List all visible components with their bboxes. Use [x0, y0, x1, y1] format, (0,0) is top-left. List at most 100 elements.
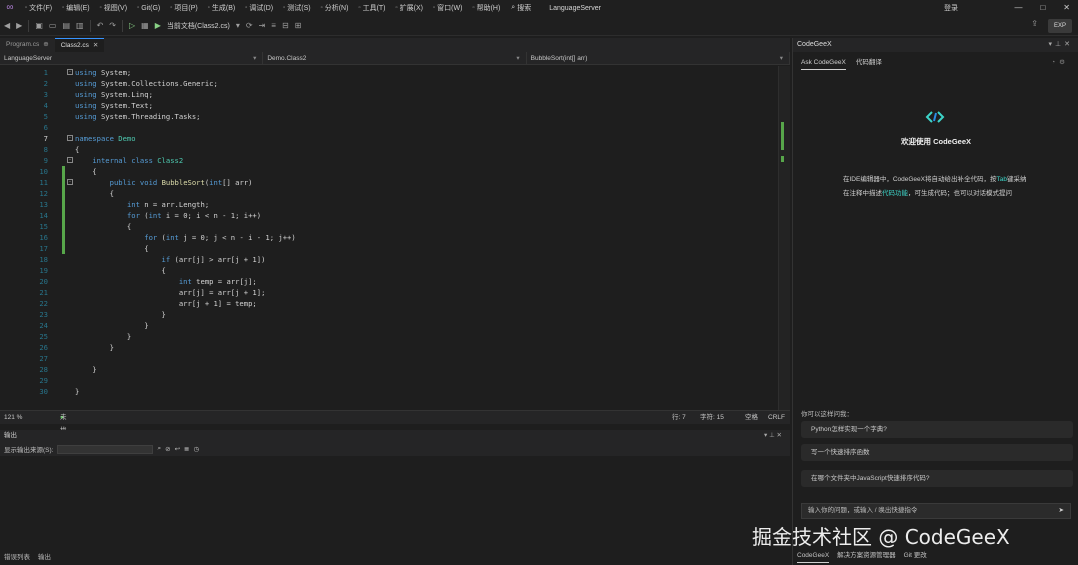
back-icon[interactable]: ◀ [4, 21, 10, 30]
menu-item[interactable]: ▫ 文件(F) [20, 3, 57, 13]
menu-item[interactable]: ▫ 工具(T) [353, 3, 390, 13]
suggestion-item[interactable]: Python怎样实现一个字典? [801, 421, 1073, 438]
vertical-scrollbar[interactable] [778, 66, 790, 410]
code-line[interactable]: arr[j + 1] = temp; [75, 298, 257, 309]
code-line[interactable]: { [75, 188, 114, 199]
code-editor[interactable]: 1 2 3 4 5 6 7 8 9 10 11 12 13 14 15 16 17 18 19 20 21 22 23 24 2… [0, 66, 778, 410]
step-icon[interactable]: ⇥ [259, 21, 266, 30]
new-item-icon[interactable]: ▣ [35, 21, 43, 30]
chat-input[interactable]: 输入你的问题，或输入 / 唤出快捷指令 ➤ [801, 503, 1071, 519]
menu-item[interactable]: ▫ 扩展(X) [391, 3, 428, 13]
project-dropdown[interactable]: LanguageServer ▾ [0, 52, 264, 64]
settings-icon[interactable]: ⚙ [1059, 59, 1069, 66]
open-icon[interactable]: ▭ [49, 21, 57, 30]
code-line[interactable]: for (int j = 0; j < n - i - 1; j++) [75, 232, 295, 243]
close-icon[interactable]: ✕ [93, 39, 98, 52]
code-line[interactable]: } [75, 386, 79, 397]
code-line[interactable]: } [75, 320, 148, 331]
code-line[interactable]: if (arr[j] > arr[j + 1]) [75, 254, 266, 265]
fold-toggle-icon[interactable]: - [67, 135, 73, 141]
tab-codegeex[interactable]: CodeGeeX [797, 549, 830, 563]
pin-icon[interactable]: ⊕ [43, 38, 48, 52]
close-button[interactable]: ✕ [1063, 0, 1070, 16]
panel-scrollbar[interactable] [1070, 72, 1076, 412]
extension-badge[interactable]: EXP [1048, 19, 1072, 33]
code-line[interactable]: namespace Demo [75, 133, 136, 144]
code-line[interactable]: using System; [75, 67, 131, 78]
code-line[interactable]: public void BubbleSort(int[] arr) [75, 177, 253, 188]
zoom-level[interactable]: 121 % [4, 411, 22, 424]
start-without-debug-icon[interactable]: ▷ [129, 21, 135, 30]
menu-item[interactable]: ▫ 调试(D) [240, 3, 278, 13]
indent-mode[interactable]: 空格 [745, 411, 758, 424]
hot-reload-icon[interactable]: ⟳ [246, 21, 253, 30]
menu-item[interactable]: ▫ 测试(S) [278, 3, 315, 13]
code-line[interactable]: { [75, 221, 131, 232]
code-line[interactable]: { [75, 144, 79, 155]
code-line[interactable]: { [75, 243, 148, 254]
run-target-label[interactable]: 当前文档(Class2.cs) [167, 21, 230, 31]
code-line[interactable]: } [75, 364, 96, 375]
format-icon[interactable]: ≡ [271, 21, 276, 30]
minimize-button[interactable]: — [1014, 0, 1022, 16]
code-line[interactable]: for (int i = 0; i < n - 1; i++) [75, 210, 261, 221]
undo-icon[interactable]: ↶ [97, 21, 104, 30]
code-line[interactable]: int temp = arr[j]; [75, 276, 257, 287]
maximize-button[interactable]: □ [1040, 0, 1045, 16]
timestamp-icon[interactable]: ◷ [193, 445, 199, 453]
tab-git-changes[interactable]: Git 更改 [904, 549, 927, 563]
send-icon[interactable]: ➤ [1059, 504, 1064, 518]
output-source-dropdown[interactable] [57, 444, 154, 454]
sign-in-button[interactable]: 登录 [944, 3, 958, 13]
tab-ask-codegeex[interactable]: Ask CodeGeeX [801, 56, 846, 70]
config-icon[interactable]: ▦ [141, 21, 149, 30]
live-share-icon[interactable]: ⇪ [1031, 19, 1038, 28]
clear-icon[interactable]: ⊘ [165, 445, 170, 453]
fold-toggle-icon[interactable]: - [67, 69, 73, 75]
menu-item[interactable]: ▫ 帮助(H) [467, 3, 505, 13]
fold-toggle-icon[interactable]: - [67, 179, 73, 185]
save-icon[interactable]: ▤ [62, 21, 70, 30]
menu-item[interactable]: ▫ 窗口(W) [428, 3, 467, 13]
tab-error-list[interactable]: 错误列表 [4, 550, 30, 565]
code-line[interactable]: } [75, 331, 131, 342]
wrap-icon[interactable]: ↩ [175, 445, 180, 453]
chevron-down-icon[interactable]: ▾ [236, 21, 240, 30]
code-line[interactable]: using System.Threading.Tasks; [75, 111, 201, 122]
menu-item[interactable]: ▫ 分析(N) [316, 3, 354, 13]
comment-icon[interactable]: ⊟ [282, 21, 289, 30]
redo-icon[interactable]: ↷ [109, 21, 116, 30]
output-content[interactable] [0, 456, 790, 550]
code-line[interactable]: } [75, 309, 166, 320]
search-button[interactable]: ⌕ 搜索 [511, 3, 531, 13]
forward-icon[interactable]: ▶ [16, 21, 22, 30]
tab-output[interactable]: 输出 [38, 550, 51, 565]
menu-item[interactable]: ▫ 编辑(E) [57, 3, 94, 13]
run-icon[interactable]: ▶ [155, 21, 161, 30]
tab-program[interactable]: Program.cs ⊕ [0, 38, 55, 52]
menu-item[interactable]: ▫ 项目(P) [165, 3, 202, 13]
word-wrap-icon[interactable]: ≣ [184, 445, 189, 453]
code-line[interactable]: using System.Text; [75, 100, 153, 111]
panel-controls[interactable]: ▾ ⊥ ✕ [764, 430, 782, 442]
menu-item[interactable]: ▫ 视图(V) [95, 3, 132, 13]
code-line[interactable]: internal class Class2 [75, 155, 183, 166]
code-line[interactable]: using System.Linq; [75, 89, 153, 100]
find-icon[interactable]: ⌕ [157, 445, 161, 453]
menu-item[interactable]: ▫ 生成(B) [203, 3, 240, 13]
menu-item[interactable]: ▫ Git(G) [132, 3, 165, 13]
save-all-icon[interactable]: ▥ [76, 21, 84, 30]
fold-toggle-icon[interactable]: - [67, 157, 73, 163]
code-line[interactable]: int n = arr.Length; [75, 199, 209, 210]
history-icon[interactable]: ◔ [1051, 59, 1059, 66]
member-dropdown[interactable]: BubbleSort(int[] arr) ▾ [527, 52, 790, 64]
class-dropdown[interactable]: Demo.Class2 ▾ [263, 52, 527, 64]
line-ending[interactable]: CRLF [768, 411, 785, 424]
code-line[interactable]: { [75, 265, 166, 276]
code-line[interactable]: using System.Collections.Generic; [75, 78, 218, 89]
tab-code-translation[interactable]: 代码翻译 [856, 56, 882, 70]
code-line[interactable]: arr[j] = arr[j + 1]; [75, 287, 266, 298]
bookmark-icon[interactable]: ⊞ [295, 21, 302, 30]
code-line[interactable]: { [75, 166, 96, 177]
suggestion-item[interactable]: 写一个快速排序函数 [801, 444, 1073, 461]
